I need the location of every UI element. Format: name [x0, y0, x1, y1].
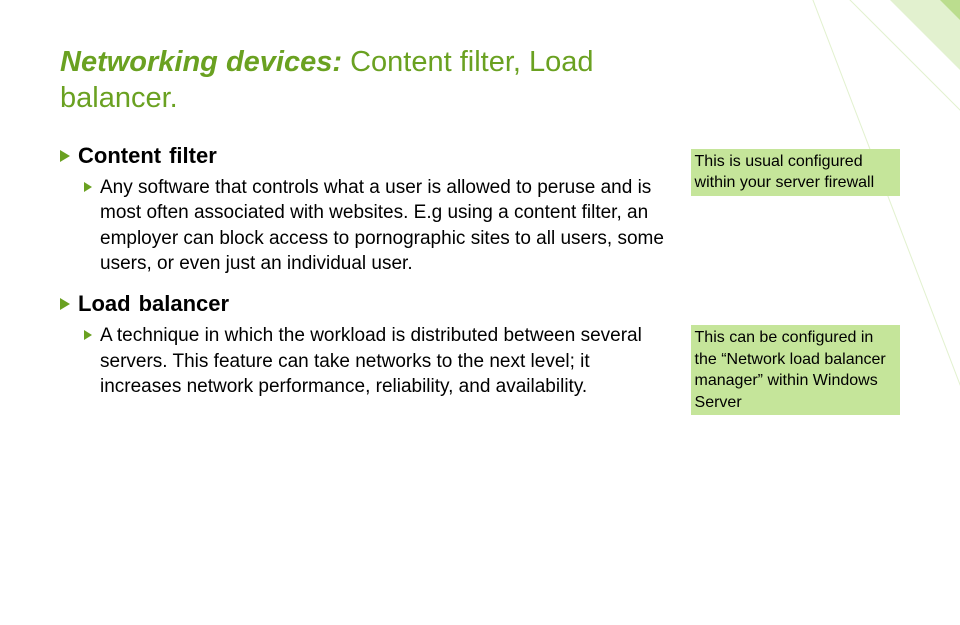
callout-note: This can be configured in the “Network l…: [691, 325, 900, 415]
slide-title: Networking devices: Content filter, Load…: [60, 44, 700, 117]
body-text: A technique in which the workload is dis…: [100, 323, 669, 400]
heading-tail: balancer: [139, 291, 230, 317]
title-emphasis: Networking devices:: [60, 46, 342, 78]
bullet-icon: [60, 150, 70, 162]
section-note-col: This can be configured in the “Network l…: [691, 291, 900, 415]
section-heading: Content filter: [60, 143, 669, 169]
bullet-icon: [60, 298, 70, 310]
section-content-filter: Content filter Any software that control…: [60, 143, 900, 278]
heading-tail: filter: [169, 143, 217, 169]
section-main: Content filter Any software that control…: [60, 143, 669, 278]
section-note-col: This is usual configured within your ser…: [691, 143, 900, 196]
body-text: Any software that controls what a user i…: [100, 175, 669, 278]
bullet-icon: [84, 182, 92, 192]
heading-lead: Load: [78, 291, 131, 317]
section-main: Load balancer A technique in which the w…: [60, 291, 669, 400]
section-body: Any software that controls what a user i…: [60, 175, 669, 278]
section-body: A technique in which the workload is dis…: [60, 323, 669, 400]
heading-lead: Content: [78, 143, 161, 169]
section-heading: Load balancer: [60, 291, 669, 317]
bullet-icon: [84, 330, 92, 340]
slide: Networking devices: Content filter, Load…: [0, 0, 960, 540]
callout-note: This is usual configured within your ser…: [691, 149, 900, 196]
section-load-balancer: Load balancer A technique in which the w…: [60, 291, 900, 415]
